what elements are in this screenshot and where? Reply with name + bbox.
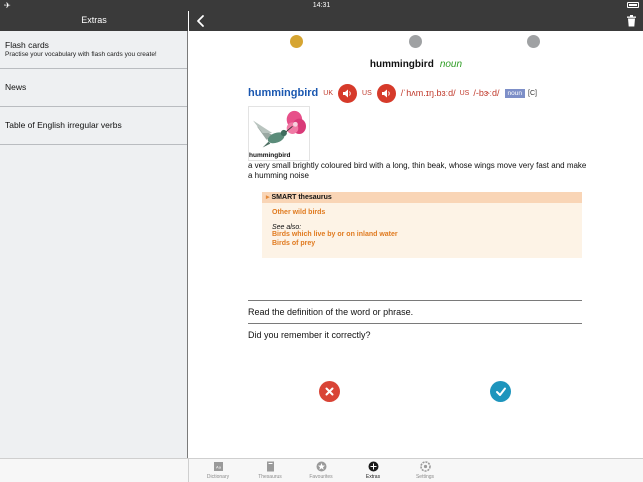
read-definition-prompt: Read the definition of the word or phras… bbox=[248, 307, 414, 317]
sidebar-title: Extras bbox=[81, 15, 107, 25]
plus-icon bbox=[368, 461, 378, 472]
divider bbox=[248, 300, 582, 301]
uk-pronunciation: /ˈhʌm.ɪŋ.bɜːd/ bbox=[400, 88, 456, 98]
card-part-of-speech: noun bbox=[439, 59, 463, 70]
sidebar-item-label: Flash cards bbox=[5, 40, 49, 50]
svg-text:Aa: Aa bbox=[216, 465, 222, 470]
dictionary-icon: Aa bbox=[213, 462, 223, 471]
card-title: hummingbird noun bbox=[189, 59, 643, 70]
remember-prompt: Did you remember it correctly? bbox=[248, 330, 371, 340]
trash-icon[interactable] bbox=[626, 15, 637, 27]
card-word: hummingbird bbox=[369, 59, 434, 70]
thesaurus-heading: SMART thesaurus bbox=[271, 194, 332, 201]
sidebar-item-irregular-verbs[interactable]: Table of English irregular verbs bbox=[0, 107, 187, 145]
gear-icon bbox=[419, 461, 431, 472]
page-dot-active[interactable] bbox=[290, 35, 303, 48]
sidebar-item-subtitle: Practise your vocabulary with flash card… bbox=[5, 51, 157, 58]
us-pronunciation: /-bɝːd/ bbox=[473, 88, 500, 98]
image-caption: hummingbird bbox=[249, 152, 291, 159]
status-bar: ✈ 14:31 bbox=[0, 0, 643, 11]
see-also-link-birds-of-prey[interactable]: Birds of prey bbox=[272, 240, 582, 247]
definition-text: a very small brightly coloured bird with… bbox=[248, 161, 587, 180]
uk-audio-button[interactable] bbox=[338, 83, 358, 103]
flashcard-panel: hummingbird noun hummingbird UK US /ˈhʌm.… bbox=[189, 31, 643, 458]
us-label: US bbox=[362, 89, 372, 97]
sidebar-item-label: News bbox=[5, 82, 27, 92]
sidebar-header: Extras bbox=[0, 11, 188, 31]
tab-bar-left-filler bbox=[0, 458, 189, 482]
tab-extras[interactable]: Extras bbox=[353, 461, 393, 480]
page-dot[interactable] bbox=[409, 35, 422, 48]
app-screen: ✈ 14:31 Extras Flash cards Practise your… bbox=[0, 0, 643, 482]
page-dot[interactable] bbox=[527, 35, 540, 48]
wrong-answer-button[interactable] bbox=[319, 381, 340, 402]
tab-bar: Aa Dictionary Thesaurus Favourites Extra… bbox=[189, 458, 643, 482]
back-chevron-icon[interactable] bbox=[194, 14, 208, 28]
speaker-icon bbox=[343, 89, 351, 97]
tab-label: Extras bbox=[365, 474, 381, 480]
see-also-link-inland-water[interactable]: Birds which live by or on inland water bbox=[272, 231, 582, 238]
tab-label: Dictionary bbox=[206, 474, 230, 480]
tab-label: Thesaurus bbox=[258, 474, 282, 480]
grammar-code: [C] bbox=[528, 89, 537, 97]
smart-thesaurus-box: ▸ SMART thesaurus Other wild birds See al… bbox=[262, 192, 582, 258]
expand-arrow-icon: ▸ bbox=[266, 194, 270, 201]
tab-favourites[interactable]: Favourites bbox=[301, 461, 341, 480]
speaker-icon bbox=[381, 89, 390, 97]
divider bbox=[248, 323, 582, 324]
sidebar-item-flash-cards[interactable]: Flash cards Practise your vocabulary wit… bbox=[0, 31, 187, 69]
battery-icon bbox=[627, 2, 639, 8]
thesaurus-link-wild-birds[interactable]: Other wild birds bbox=[272, 209, 582, 216]
tab-settings[interactable]: Settings bbox=[405, 461, 445, 480]
thesaurus-toggle[interactable]: ▸ SMART thesaurus bbox=[262, 192, 582, 203]
tab-label: Settings bbox=[415, 474, 435, 480]
card-page-indicator bbox=[189, 35, 643, 49]
sidebar-item-news[interactable]: News bbox=[0, 69, 187, 107]
uk-label: UK bbox=[323, 89, 334, 97]
extras-sidebar: Flash cards Practise your vocabulary wit… bbox=[0, 31, 188, 458]
checkmark-icon bbox=[495, 387, 506, 396]
tab-dictionary[interactable]: Aa Dictionary bbox=[198, 461, 238, 480]
pos-tag: noun bbox=[504, 88, 526, 98]
close-icon bbox=[325, 387, 334, 396]
detail-header bbox=[189, 11, 643, 31]
sidebar-item-label: Table of English irregular verbs bbox=[5, 120, 122, 130]
see-also-label: See also: bbox=[272, 224, 302, 231]
tab-label: Favourites bbox=[309, 474, 333, 480]
star-icon bbox=[316, 461, 326, 472]
tab-thesaurus[interactable]: Thesaurus bbox=[250, 461, 290, 480]
correct-answer-button[interactable] bbox=[490, 381, 511, 402]
entry-headword: hummingbird bbox=[248, 87, 319, 99]
us-audio-button[interactable] bbox=[376, 83, 396, 103]
status-time: 14:31 bbox=[312, 2, 331, 9]
us-label-2: US bbox=[459, 89, 470, 97]
entry-header: hummingbird UK US /ˈhʌm.ɪŋ.bɜːd/ US /-bɝ… bbox=[248, 83, 537, 103]
thesaurus-icon bbox=[266, 461, 274, 472]
